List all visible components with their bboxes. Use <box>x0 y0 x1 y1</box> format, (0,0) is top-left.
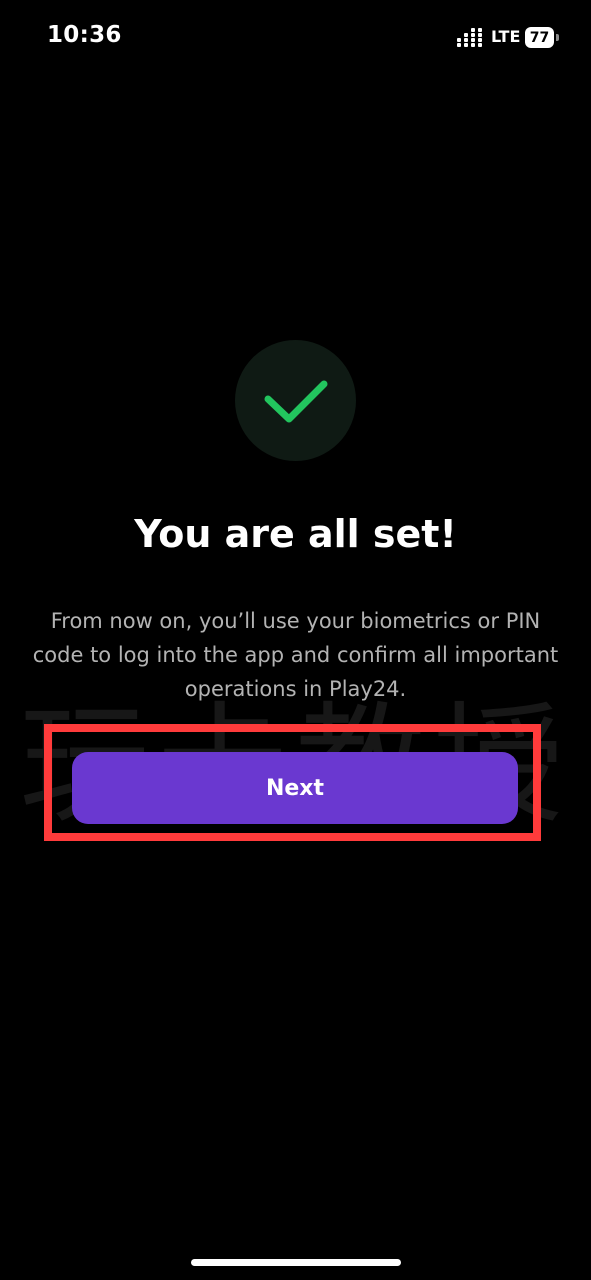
battery-level: 77 <box>529 29 550 46</box>
description-text: From now on, you’ll use your biometrics … <box>32 609 559 701</box>
status-time: 10:36 <box>47 22 122 48</box>
network-label: LTE <box>491 27 521 46</box>
page-title: You are all set! <box>134 512 457 556</box>
battery-cap <box>556 34 559 41</box>
signal-icon <box>457 28 482 47</box>
battery-icon: 77 <box>525 27 559 48</box>
status-bar: 10:36 LTE 77 <box>0 0 591 76</box>
home-indicator[interactable] <box>191 1259 401 1266</box>
success-badge <box>235 340 356 461</box>
battery-body: 77 <box>525 27 554 48</box>
check-icon <box>264 380 328 423</box>
next-button[interactable]: Next <box>72 752 518 824</box>
